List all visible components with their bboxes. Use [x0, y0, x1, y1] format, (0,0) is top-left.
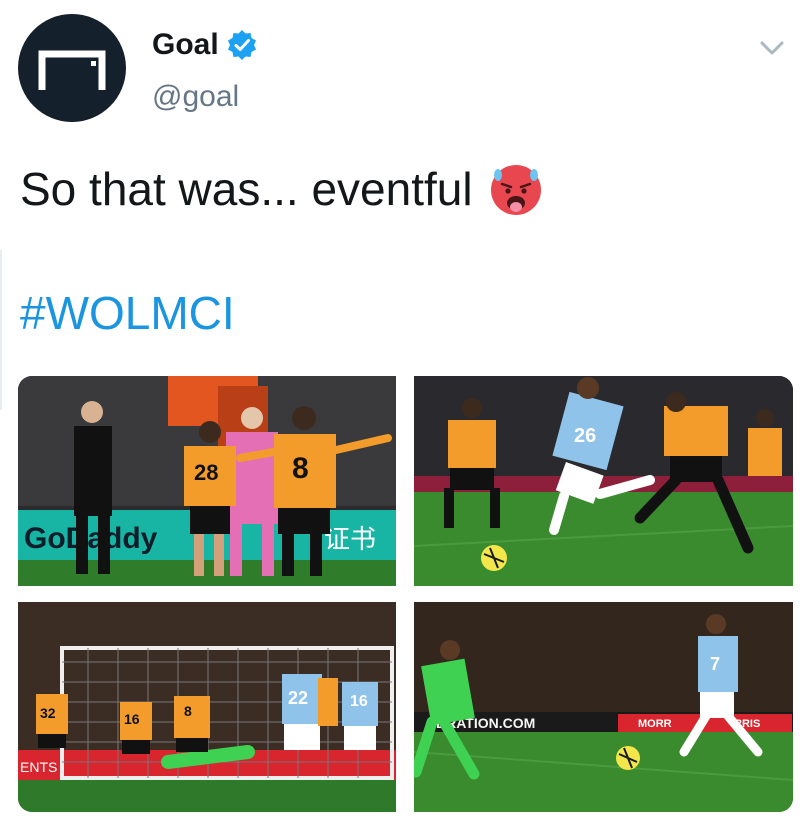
shirt-number: 16 [124, 711, 140, 727]
shirt-number: 16 [350, 693, 368, 710]
shirt-number: 26 [574, 425, 596, 447]
avatar[interactable] [18, 14, 126, 122]
photo-2[interactable]: 26 [414, 376, 793, 586]
shirt-number: 7 [710, 654, 720, 674]
scroll-edge [0, 250, 2, 410]
photo-4[interactable]: DRATION.COM MORR RRIS 7 [414, 602, 793, 812]
photo-3-image: ENTS 32 16 8 22 16 [18, 602, 396, 812]
shirt-number: 32 [40, 705, 56, 721]
photo-2-image: 26 [414, 376, 793, 586]
tweet-text: So that was... eventful [20, 160, 545, 218]
user-handle[interactable]: @goal [152, 80, 239, 114]
board-text: ENTS [20, 759, 57, 775]
verified-badge-icon [227, 30, 256, 60]
photo-4-image: DRATION.COM MORR RRIS 7 [414, 602, 793, 812]
chevron-down-icon[interactable] [758, 38, 786, 58]
hashtag-link[interactable]: #WOLMCI [20, 286, 235, 340]
tweet-text-content: So that was... eventful [20, 163, 473, 215]
photo-3[interactable]: ENTS 32 16 8 22 16 [18, 602, 396, 812]
hot-face-emoji-icon [490, 165, 541, 215]
media-grid: GoDaddy 证书 28 8 26 ENTS 32 16 8 22 16 DR… [18, 376, 793, 812]
display-name[interactable]: Goal [152, 28, 219, 62]
board-text: GoDaddy [24, 522, 158, 555]
display-name-row[interactable]: Goal [152, 28, 257, 62]
shirt-number: 22 [288, 688, 308, 708]
photo-1-image: GoDaddy 证书 28 8 [18, 376, 396, 586]
shirt-number: 8 [292, 452, 309, 485]
shirt-number: 28 [194, 460, 218, 485]
board-text-2: MORR [638, 718, 672, 730]
shirt-number: 8 [184, 703, 192, 719]
board-text-2: 证书 [324, 525, 376, 555]
goal-logo-icon [38, 50, 106, 90]
photo-1[interactable]: GoDaddy 证书 28 8 [18, 376, 396, 586]
